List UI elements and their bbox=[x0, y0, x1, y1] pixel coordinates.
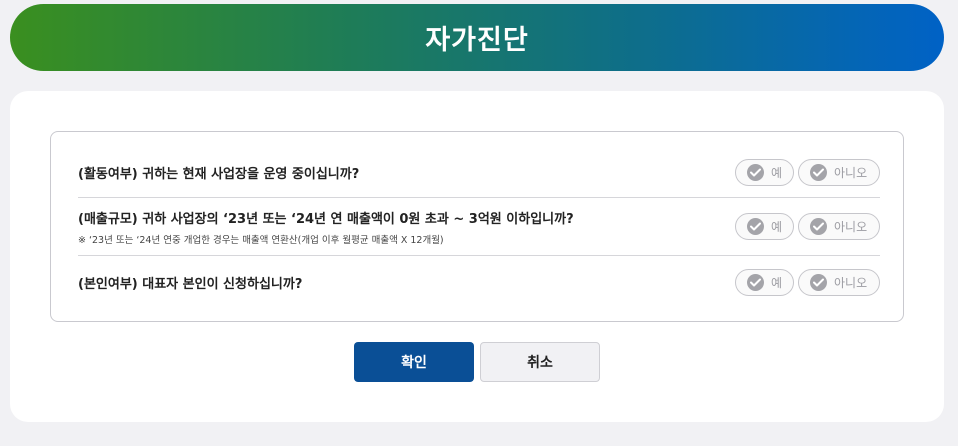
check-circle-icon bbox=[747, 163, 764, 181]
confirm-button[interactable]: 확인 bbox=[354, 342, 474, 382]
title-banner: 자가진단 bbox=[10, 4, 944, 71]
check-circle-icon bbox=[810, 274, 827, 291]
no-option[interactable]: 아니오 bbox=[798, 213, 880, 240]
self-diagnosis-card: (활동여부) 귀하는 현재 사업장을 운영 중이십니까? 예 아니오 (매출규모… bbox=[10, 91, 944, 422]
check-circle-icon bbox=[747, 218, 764, 235]
question-note: ※ ‘23년 또는 ‘24년 연중 개업한 경우는 매출액 연환산(개업 이후 … bbox=[78, 234, 444, 246]
check-circle-icon bbox=[810, 218, 827, 235]
no-label: 아니오 bbox=[834, 165, 868, 180]
yes-label: 예 bbox=[771, 165, 783, 180]
question-text: (매출규모) 귀하 사업장의 ‘23년 또는 ‘24년 연 매출액이 0원 초과… bbox=[78, 211, 574, 227]
page-title: 자가진단 bbox=[425, 25, 529, 56]
no-option[interactable]: 아니오 bbox=[798, 269, 880, 296]
yes-option[interactable]: 예 bbox=[735, 158, 794, 186]
no-label: 아니오 bbox=[834, 276, 868, 290]
question-list: (활동여부) 귀하는 현재 사업장을 운영 중이십니까? 예 아니오 (매출규모… bbox=[50, 131, 904, 322]
question-text: (활동여부) 귀하는 현재 사업장을 운영 중이십니까? bbox=[78, 166, 360, 182]
yes-label: 예 bbox=[771, 220, 783, 234]
question-text-wrap: (본인여부) 대표자 본인이 신청하십니까? bbox=[78, 273, 302, 292]
check-circle-icon bbox=[747, 274, 764, 291]
question-text: (본인여부) 대표자 본인이 신청하십니까? bbox=[78, 277, 303, 292]
action-buttons: 확인 취소 bbox=[354, 342, 600, 382]
question-row-activity: (활동여부) 귀하는 현재 사업장을 운영 중이십니까? 예 아니오 bbox=[78, 147, 880, 197]
question-row-sales: (매출규모) 귀하 사업장의 ‘23년 또는 ‘24년 연 매출액이 0원 초과… bbox=[78, 198, 880, 255]
question-text-wrap: (활동여부) 귀하는 현재 사업장을 운영 중이십니까? bbox=[78, 163, 359, 182]
question-row-identity: (본인여부) 대표자 본인이 신청하십니까? 예 아니오 bbox=[78, 256, 880, 309]
answer-options: 예 아니오 bbox=[735, 158, 880, 186]
no-label: 아니오 bbox=[834, 220, 868, 234]
yes-option[interactable]: 예 bbox=[735, 269, 794, 296]
no-option[interactable]: 아니오 bbox=[798, 158, 880, 186]
yes-option[interactable]: 예 bbox=[735, 213, 794, 240]
yes-label: 예 bbox=[771, 276, 783, 290]
answer-options: 예 아니오 bbox=[735, 269, 880, 296]
check-circle-icon bbox=[810, 163, 827, 181]
question-text-wrap: (매출규모) 귀하 사업장의 ‘23년 또는 ‘24년 연 매출액이 0원 초과… bbox=[78, 208, 574, 246]
answer-options: 예 아니오 bbox=[735, 213, 880, 240]
cancel-button[interactable]: 취소 bbox=[480, 342, 600, 382]
